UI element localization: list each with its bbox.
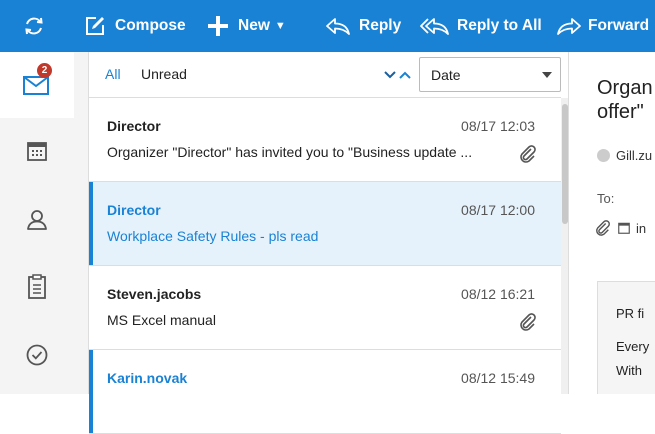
message-date: 08/12 16:21 [461,286,535,302]
attachment-icon [520,313,536,331]
reply-label: Reply [359,17,402,34]
reply-icon [326,18,350,35]
message-subject: MS Excel manual [107,312,216,328]
message-row-selected[interactable]: Director 08/17 12:00 Workplace Safety Ru… [89,182,561,266]
avatar [597,149,610,162]
sidebar-item-contacts[interactable] [0,187,74,253]
refresh-button[interactable] [22,0,46,52]
message-subject: Workplace Safety Rules - pls read [107,228,319,244]
reply-all-icon [420,18,449,35]
filter-bar: All Unread Date [89,52,561,98]
reply-button[interactable]: Reply [325,0,401,52]
unread-badge: 2 [37,63,52,78]
forward-icon [557,18,581,35]
compose-icon [86,17,104,35]
reply-all-label: Reply to All [457,17,542,34]
compose-button[interactable]: Compose [84,0,186,52]
reply-all-button[interactable]: Reply to All [420,0,542,52]
calendar-icon [27,142,47,161]
sort-select[interactable]: Date [419,57,561,92]
toolbar: Compose New ▼ Reply Reply to All Forward [0,0,655,52]
message-sender: Director [107,118,161,134]
message-sender: Steven.jacobs [107,286,202,302]
chevron-down-icon [542,72,552,78]
compose-label: Compose [115,17,186,34]
forward-button[interactable]: Forward [556,0,649,52]
attachment-line[interactable]: in [595,220,646,236]
from-name: Gill.zu [616,148,653,163]
filter-all[interactable]: All [105,66,121,82]
sidebar: 2 [0,52,88,394]
check-circle-icon [26,344,48,366]
filter-unread[interactable]: Unread [141,66,187,82]
body-line: PR fi [616,306,645,321]
sidebar-item-check[interactable] [0,322,74,388]
sidebar-item-calendar[interactable] [0,118,74,184]
chevron-down-icon: ▼ [274,20,286,32]
message-title: Organ offer" [597,77,653,123]
attachment-icon [520,145,536,163]
selection-indicator [89,182,93,265]
message-body: PR fi Every With [597,281,655,394]
body-line: Every [616,339,650,354]
message-sender: Karin.novak [107,370,188,386]
sidebar-item-tasks[interactable] [0,254,74,320]
attachment-name: in [636,220,647,236]
message-row[interactable]: Karin.novak 08/12 15:49 [89,350,561,434]
sort-value: Date [431,67,461,83]
forward-label: Forward [588,17,650,34]
refresh-icon [25,17,43,35]
sort-direction-icon[interactable] [381,67,415,83]
sidebar-item-mail[interactable]: 2 [0,52,74,118]
calendar-icon [618,222,630,234]
unread-indicator [89,350,93,433]
message-row[interactable]: Steven.jacobs 08/12 16:21 MS Excel manua… [89,266,561,350]
contacts-icon [27,210,47,230]
new-button[interactable]: New ▼ [207,0,286,52]
message-subject: Organizer "Director" has invited you to … [107,144,473,160]
message-date: 08/17 12:03 [461,118,535,134]
body-line: With [616,363,642,378]
message-list: All Unread Date Director 08/17 12:03 Org… [88,52,569,434]
to-label: To: [597,191,615,206]
message-from[interactable]: Gill.zu [597,148,652,163]
message-sender: Director [107,202,161,218]
attachment-icon [596,220,610,236]
reading-pane: Organ offer" Gill.zu To: in PR fi Every … [568,52,655,394]
plus-icon [208,16,228,36]
message-row[interactable]: Director 08/17 12:03 Organizer "Director… [89,98,561,182]
new-label: New [238,17,270,34]
message-date: 08/12 15:49 [461,370,535,386]
message-date: 08/17 12:00 [461,202,535,218]
notes-icon [28,274,46,299]
